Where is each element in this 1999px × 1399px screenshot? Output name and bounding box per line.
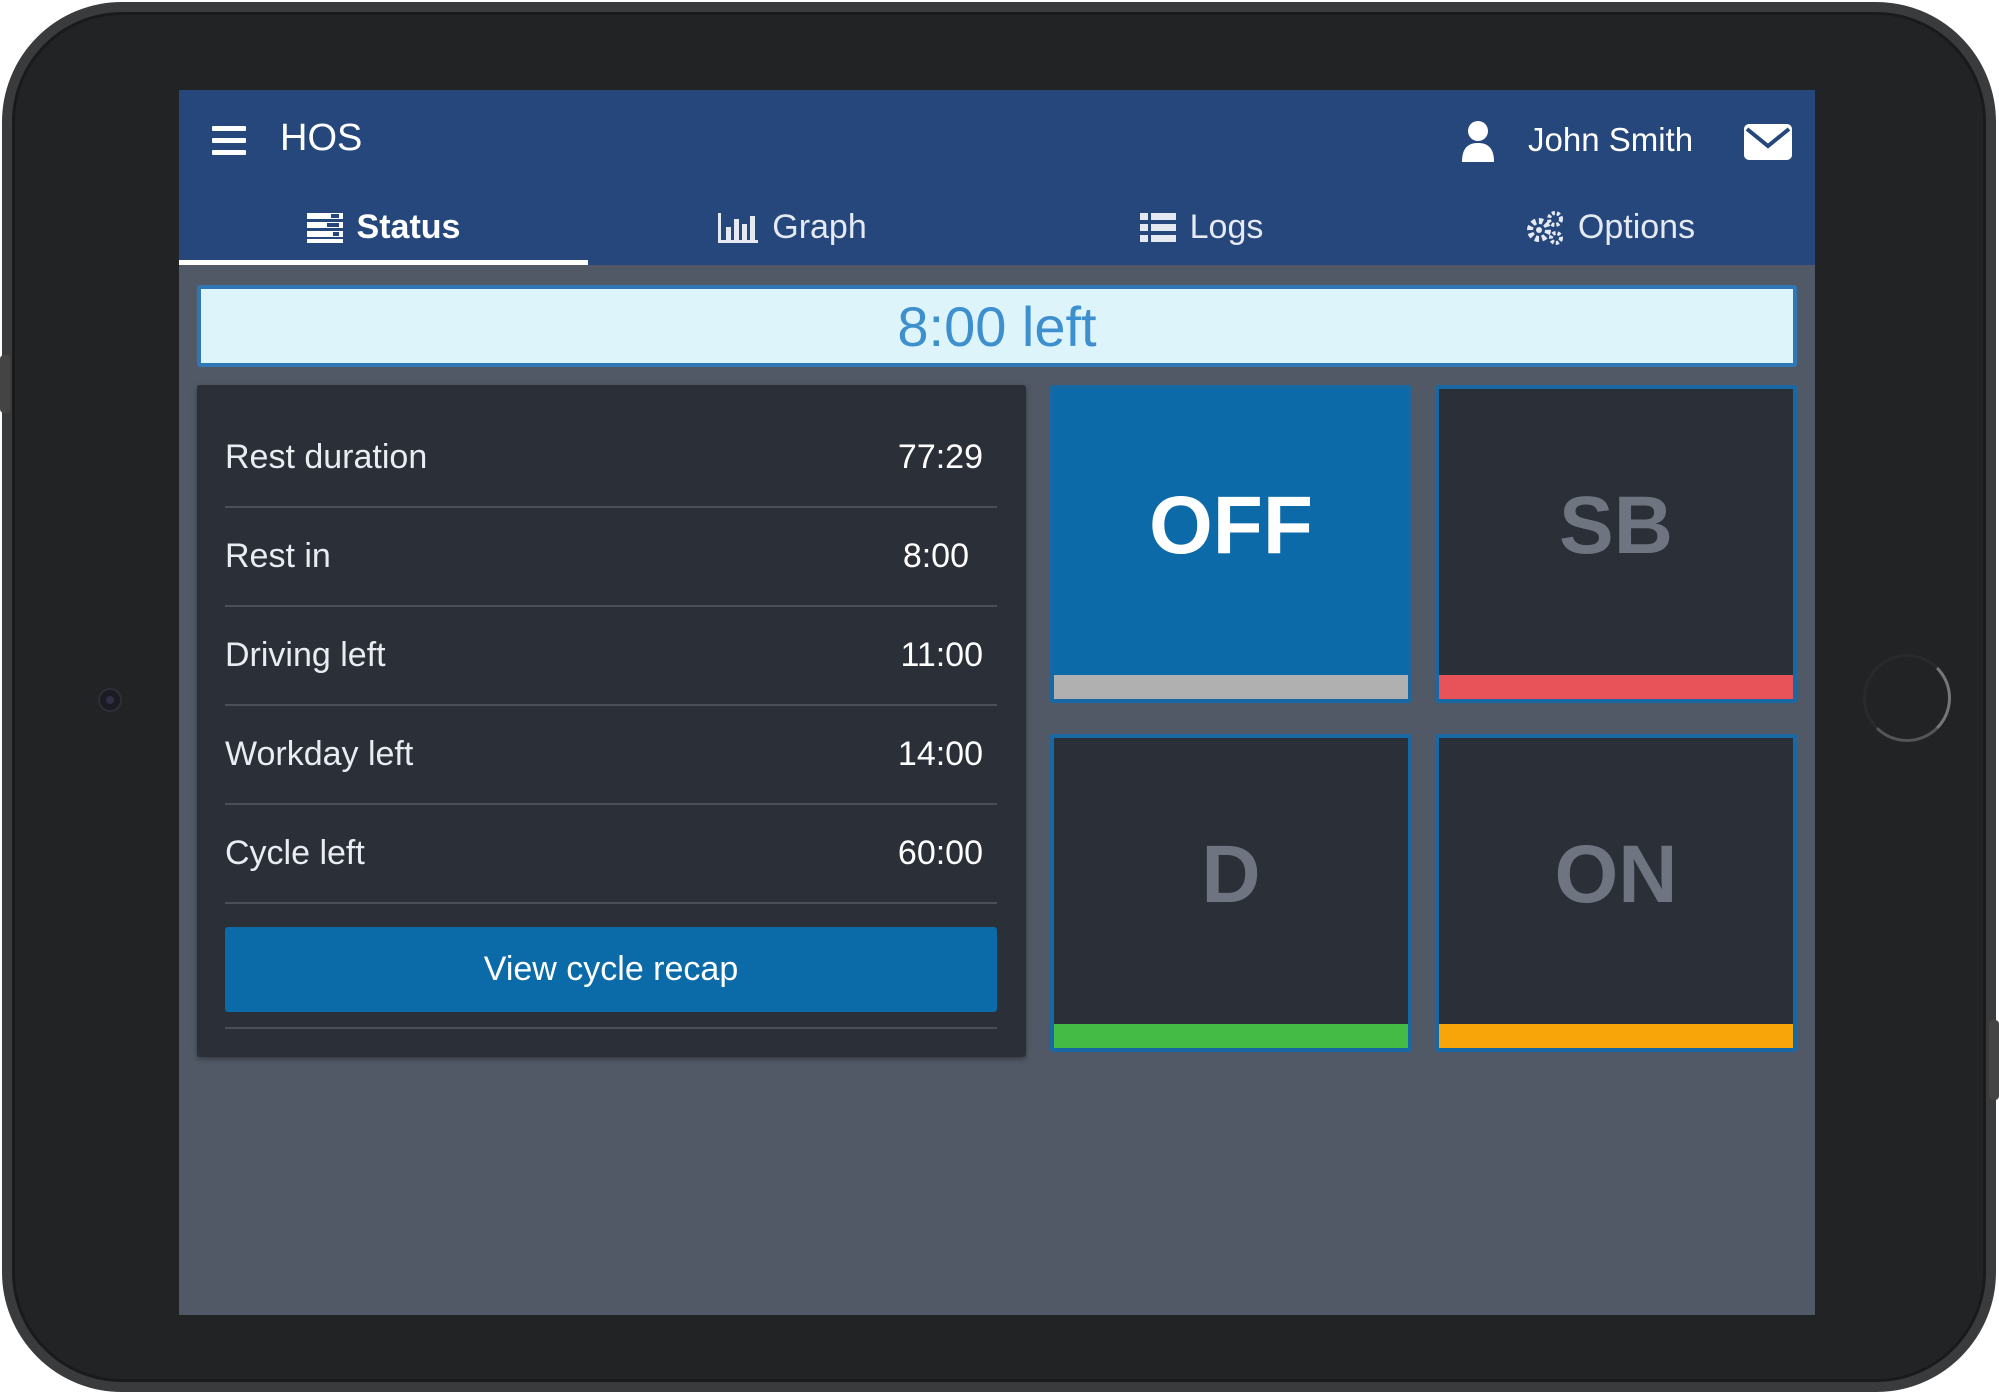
app-title: HOS [280,117,363,159]
tab-bar: Status Graph Logs Options [179,190,1815,265]
hamburger-menu-icon[interactable] [212,126,246,156]
duty-color-bar [1054,1024,1408,1048]
gears-icon [1526,210,1563,245]
tab-logs[interactable]: Logs [997,190,1406,265]
duty-color-bar [1439,675,1793,699]
row-value: 8:00 [902,537,969,575]
tab-options[interactable]: Options [1406,190,1815,265]
duty-status-d-button[interactable]: D [1050,734,1412,1052]
row-value: 60:00 [897,834,983,872]
volume-button [0,355,10,413]
list-icon [1139,212,1176,242]
duty-label: ON [1554,829,1678,920]
duty-label: SB [1559,480,1673,571]
tab-graph[interactable]: Graph [588,190,997,265]
row-value: 77:29 [897,438,983,476]
divider [225,1027,997,1029]
time-left-banner: 8:00 left [197,285,1797,367]
tab-label: Graph [772,208,867,246]
row-label: Driving left [225,636,386,674]
duty-label: D [1201,829,1261,920]
status-row-driving-left: Driving left 11:00 [225,607,997,706]
duty-status-off-button[interactable]: OFF [1050,385,1412,703]
bar-chart-icon [718,212,759,243]
user-icon [1462,121,1494,162]
status-row-rest-in: Rest in 8:00 [225,508,997,607]
duty-color-bar [1054,675,1408,699]
tab-label: Status [356,208,461,246]
tab-status[interactable]: Status [179,190,588,265]
status-info-panel: Rest duration 77:29 Rest in 8:00 Driving… [197,385,1026,1057]
power-button [1989,1020,1999,1100]
row-label: Rest in [225,537,331,575]
app-bar: HOS John Smith Status Graph Logs Options [179,90,1815,265]
front-camera [98,688,122,712]
row-value: 11:00 [900,636,983,674]
status-row-workday-left: Workday left 14:00 [225,706,997,805]
status-row-cycle-left: Cycle left 60:00 [225,805,997,904]
row-value: 14:00 [897,735,983,773]
row-label: Rest duration [225,438,428,476]
tab-label: Logs [1189,208,1264,246]
duty-status-on-button[interactable]: ON [1435,734,1797,1052]
status-row-rest-duration: Rest duration 77:29 [225,409,997,508]
duty-status-sb-button[interactable]: SB [1435,385,1797,703]
envelope-icon[interactable] [1744,124,1792,160]
user-name[interactable]: John Smith [1528,121,1693,159]
tab-label: Options [1577,208,1696,246]
app-screen: HOS John Smith Status Graph Logs Options… [179,90,1815,1315]
view-cycle-recap-button[interactable]: View cycle recap [225,927,997,1012]
duty-color-bar [1439,1024,1793,1048]
row-label: Workday left [225,735,414,773]
home-button[interactable] [1863,654,1951,742]
duty-label: OFF [1149,480,1313,571]
row-label: Cycle left [225,834,365,872]
status-list-icon [306,212,343,243]
